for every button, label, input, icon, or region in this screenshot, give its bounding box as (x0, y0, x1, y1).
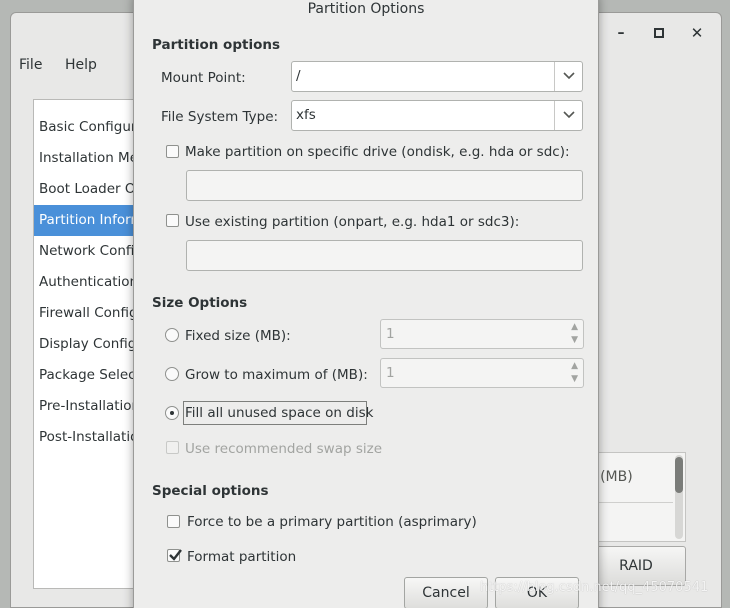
swap-label: Use recommended swap size (185, 441, 383, 457)
dialog-title: Partition Options (307, 1, 425, 17)
minimize-icon[interactable]: – (611, 23, 631, 43)
fs-type-label: File System Type: (161, 109, 279, 125)
mount-point-label: Mount Point: (161, 70, 246, 86)
radio-selected-dot (170, 411, 174, 415)
ondisk-label[interactable]: Make partition on specific drive (ondisk… (185, 144, 570, 160)
spin-arrows[interactable]: ▲ ▼ (565, 320, 583, 348)
grow-max-spinner[interactable]: 1 ▲ ▼ (380, 358, 584, 388)
swap-checkbox (166, 441, 179, 454)
dialog-titlebar: Partition Options (134, 1, 598, 23)
fixed-size-value[interactable]: 1 (386, 326, 395, 342)
special-options-heading: Special options (152, 483, 269, 499)
menu-help[interactable]: Help (65, 57, 97, 73)
partition-table[interactable]: e (MB) (586, 452, 686, 542)
chevron-down-icon[interactable] (554, 62, 582, 91)
spin-up-icon[interactable]: ▲ (571, 362, 578, 371)
onpart-checkbox[interactable] (166, 214, 179, 227)
spin-arrows[interactable]: ▲ ▼ (565, 359, 583, 387)
format-checkbox[interactable] (167, 549, 182, 562)
table-scrollbar[interactable] (675, 455, 683, 539)
mount-point-combo[interactable]: / (291, 61, 583, 92)
grow-max-label[interactable]: Grow to maximum of (MB): (185, 367, 368, 383)
window-controls: – ✕ (591, 13, 721, 53)
menu-file[interactable]: File (19, 57, 42, 73)
ondisk-input[interactable] (186, 170, 583, 201)
format-label[interactable]: Format partition (187, 549, 296, 565)
watermark: https://blog.csdn.net/qq_45070541 (480, 580, 709, 595)
fs-type-combo[interactable]: xfs (291, 100, 583, 131)
checkmark-icon (169, 549, 182, 561)
fill-disk-radio[interactable] (165, 406, 179, 420)
mount-point-value[interactable]: / (296, 68, 301, 84)
table-header: e (MB) (587, 453, 673, 503)
spin-down-icon[interactable]: ▼ (571, 375, 578, 384)
cancel-button[interactable]: Cancel (404, 577, 488, 608)
partition-options-dialog: Partition Options Partition options Moun… (133, 0, 599, 608)
maximize-icon[interactable] (649, 23, 669, 43)
close-icon[interactable]: ✕ (687, 23, 707, 43)
asprimary-checkbox[interactable] (167, 515, 180, 528)
onpart-input[interactable] (186, 240, 583, 271)
chevron-down-icon[interactable] (554, 101, 582, 130)
size-options-heading: Size Options (152, 295, 248, 311)
grow-max-radio[interactable] (165, 367, 179, 381)
spin-down-icon[interactable]: ▼ (571, 336, 578, 345)
asprimary-label[interactable]: Force to be a primary partition (asprima… (187, 514, 477, 530)
partition-options-heading: Partition options (152, 37, 280, 53)
fixed-size-label[interactable]: Fixed size (MB): (185, 328, 291, 344)
fixed-size-radio[interactable] (165, 328, 179, 342)
fill-disk-label[interactable]: Fill all unused space on disk (185, 405, 373, 421)
scrollbar-thumb[interactable] (675, 457, 683, 493)
fs-type-value[interactable]: xfs (296, 107, 316, 123)
grow-max-value[interactable]: 1 (386, 365, 395, 381)
ondisk-checkbox[interactable] (166, 145, 179, 158)
fixed-size-spinner[interactable]: 1 ▲ ▼ (380, 319, 584, 349)
spin-up-icon[interactable]: ▲ (571, 323, 578, 332)
onpart-label[interactable]: Use existing partition (onpart, e.g. hda… (185, 214, 519, 230)
